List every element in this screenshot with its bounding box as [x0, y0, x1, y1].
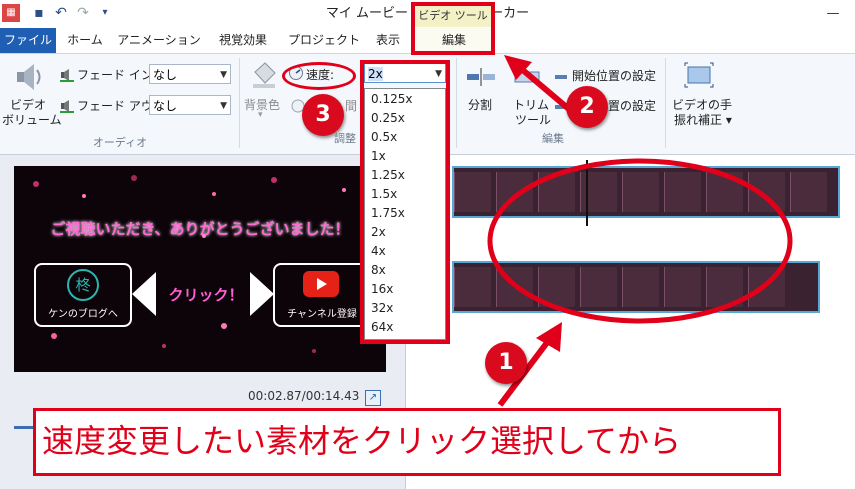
step-badge-3: 3: [302, 94, 344, 136]
arrow-to-edit-tab: [516, 63, 572, 113]
instruction-caption: 速度変更したい素材をクリック選択してから: [33, 408, 781, 476]
highlight-clips-ellipse: [487, 158, 793, 324]
step-badge-1: 1: [485, 342, 527, 384]
step-badge-2: 2: [566, 86, 608, 128]
